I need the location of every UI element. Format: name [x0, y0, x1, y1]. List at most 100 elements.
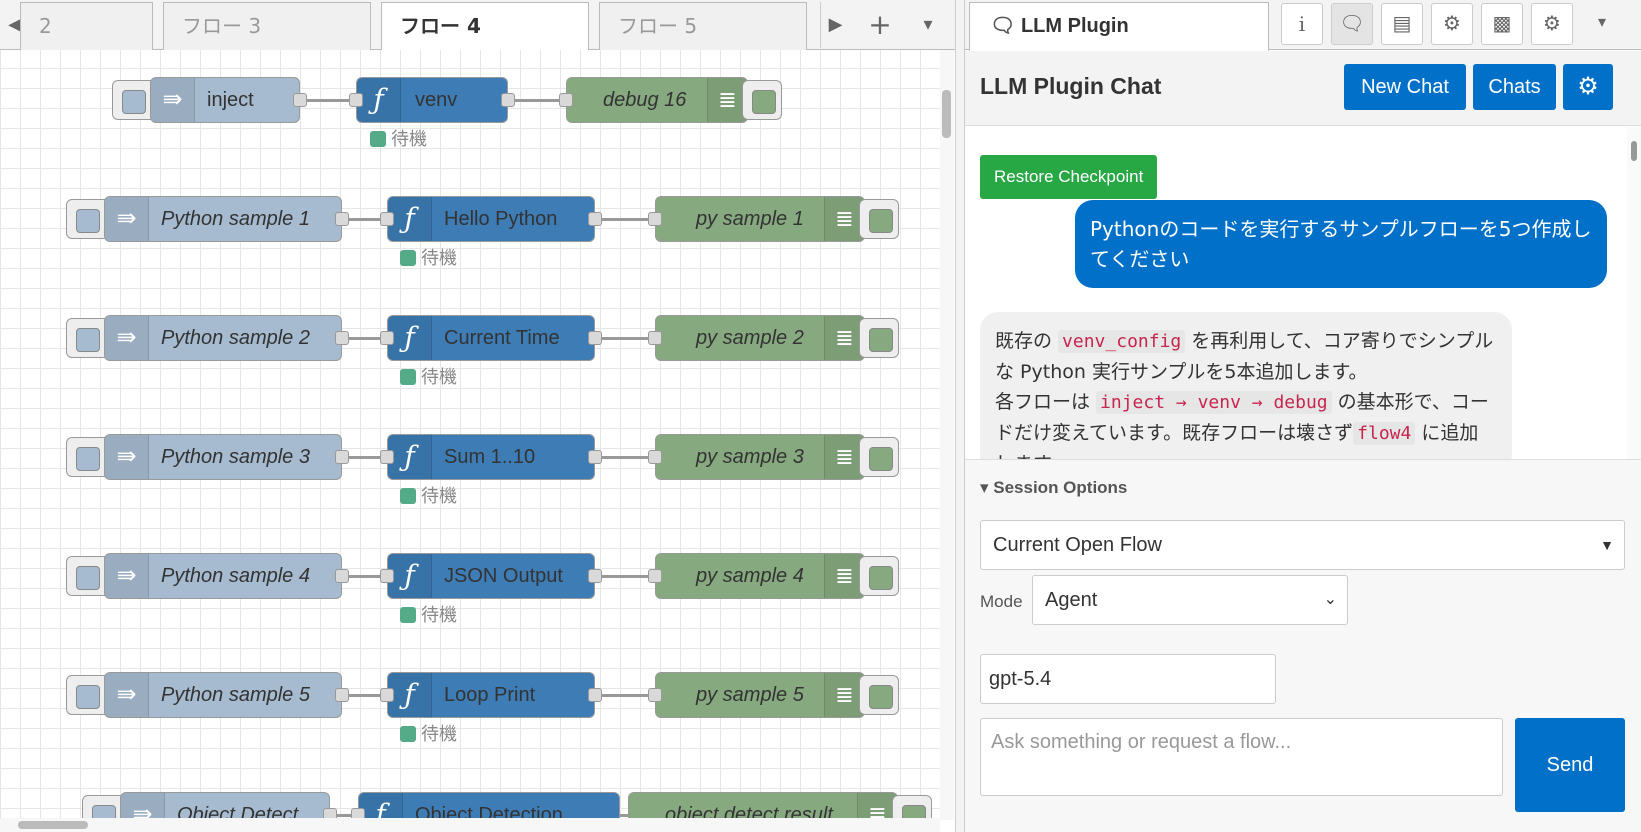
scrollbar-thumb[interactable]: [942, 90, 951, 138]
chats-button[interactable]: Chats: [1473, 64, 1556, 110]
debug-toggle-button[interactable]: [859, 556, 899, 596]
chat-messages[interactable]: Restore Checkpoint Pythonのコードを実行するサンプルフロ…: [965, 127, 1641, 459]
sidebar-tabbar: 🗨 LLM Plugin i 🗨 ▤ ⚙ ▩ ⚙ ▾: [965, 0, 1641, 51]
function-icon: ƒ: [359, 793, 403, 820]
flow-row-0: ⇛ inject ƒ venv debug 16 ≣ 待機: [0, 77, 940, 150]
chat-icon[interactable]: 🗨: [1331, 3, 1373, 45]
debug-toggle-button[interactable]: [859, 318, 899, 358]
add-flow-button[interactable]: +: [858, 2, 902, 48]
inject-node[interactable]: ⇛ Python sample 1: [104, 196, 342, 242]
chat-header: LLM Plugin Chat New Chat Chats ⚙: [965, 51, 1641, 126]
arrow-right-icon: ⇛: [121, 793, 165, 820]
function-icon: ƒ: [388, 673, 432, 717]
arrow-right-icon: ⇛: [151, 78, 195, 122]
session-options: ▾ Session Options Current Open Flow ▼ Mo…: [965, 459, 1641, 832]
function-node[interactable]: ƒ Current Time: [387, 315, 595, 361]
function-icon: ƒ: [388, 435, 432, 479]
session-options-toggle[interactable]: ▾ Session Options: [980, 478, 1127, 498]
debug-toggle-button[interactable]: [859, 199, 899, 239]
sidebar-tab-llm-plugin[interactable]: 🗨 LLM Plugin: [969, 2, 1269, 51]
inject-node[interactable]: ⇛ Python sample 3: [104, 434, 342, 480]
mode-label: Mode: [980, 592, 1023, 611]
model-input[interactable]: gpt-5.4: [980, 654, 1276, 704]
flow-row-3: ⇛ Python sample 3 ƒ Sum 1..10 py sample …: [0, 434, 940, 507]
list-icon: ≣: [824, 673, 864, 717]
inject-node[interactable]: ⇛ Python sample 2: [104, 315, 342, 361]
node-status: 待機: [400, 244, 457, 270]
flow-row-6: ⇛ Object Detect ƒ Object Detection objec…: [0, 792, 940, 820]
mode-select[interactable]: Agent ⌄: [1032, 575, 1348, 625]
flow-row-1: ⇛ Python sample 1 ƒ Hello Python py samp…: [0, 196, 940, 269]
node-status: 待機: [400, 482, 457, 508]
gear-icon[interactable]: ⚙: [1531, 3, 1573, 45]
tab-flow-4[interactable]: フロー 4: [381, 2, 589, 51]
sidebar-resize-handle[interactable]: [955, 0, 965, 832]
node-status: 待機: [400, 720, 457, 746]
app-root: ◀ 2 フロー 3 フロー 4 フロー 5 ▶ + ▾ ⇛ inject ƒ v…: [0, 0, 1641, 832]
scrollbar-thumb[interactable]: [1631, 141, 1637, 161]
debug-toggle-button[interactable]: [859, 437, 899, 477]
node-status: 待機: [400, 363, 457, 389]
flow-row-5: ⇛ Python sample 5 ƒ Loop Print py sample…: [0, 672, 940, 745]
flow-workspace[interactable]: ⇛ inject ƒ venv debug 16 ≣ 待機 ⇛ Python s…: [0, 50, 940, 820]
chat-scrollbar[interactable]: [1627, 127, 1641, 459]
arrow-right-icon: ⇛: [105, 316, 149, 360]
chart-icon[interactable]: ▩: [1481, 3, 1523, 45]
debug-node[interactable]: py sample 4 ≣: [655, 553, 865, 599]
function-node[interactable]: ƒ Hello Python: [387, 196, 595, 242]
debug-node[interactable]: object detect result ≣: [628, 792, 898, 820]
function-icon: ƒ: [388, 554, 432, 598]
node-status: 待機: [400, 601, 457, 627]
inject-node[interactable]: ⇛ Python sample 4: [104, 553, 342, 599]
assistant-message: 既存の venv_config を再利用して、コア寄りでシンプルな Python…: [980, 312, 1512, 459]
bug-icon[interactable]: ⚙: [1431, 3, 1473, 45]
caret-down-icon: ▼: [1600, 537, 1614, 553]
inject-node[interactable]: ⇛ Python sample 5: [104, 672, 342, 718]
scrollbar-thumb[interactable]: [18, 821, 88, 829]
function-node[interactable]: ƒ Sum 1..10: [387, 434, 595, 480]
function-node[interactable]: ƒ venv: [356, 77, 508, 123]
arrow-right-icon: ⇛: [105, 435, 149, 479]
debug-node[interactable]: debug 16 ≣: [566, 77, 748, 123]
scroll-tabs-right-button[interactable]: ▶: [820, 2, 850, 48]
arrow-right-icon: ⇛: [105, 197, 149, 241]
info-icon[interactable]: i: [1281, 3, 1323, 45]
restore-checkpoint-button[interactable]: Restore Checkpoint: [980, 155, 1158, 199]
message-input[interactable]: Ask something or request a flow...: [980, 718, 1503, 796]
list-icon: ≣: [824, 435, 864, 479]
function-icon: ƒ: [357, 78, 401, 122]
new-chat-button[interactable]: New Chat: [1344, 64, 1466, 110]
tab-flow-2[interactable]: 2: [20, 2, 153, 50]
settings-button[interactable]: ⚙: [1563, 64, 1613, 110]
node-status: 待機: [370, 125, 427, 151]
inject-node[interactable]: ⇛ inject: [150, 77, 300, 123]
list-icon: ≣: [857, 793, 897, 820]
debug-node[interactable]: py sample 3 ≣: [655, 434, 865, 480]
chevron-down-icon[interactable]: ▾: [1581, 3, 1623, 45]
flow-tabbar: ◀ 2 フロー 3 フロー 4 フロー 5 ▶ + ▾: [0, 0, 955, 51]
workspace-horizontal-scrollbar[interactable]: [0, 818, 940, 832]
tab-flow-3[interactable]: フロー 3: [163, 2, 371, 50]
flow-row-4: ⇛ Python sample 4 ƒ JSON Output py sampl…: [0, 553, 940, 626]
user-message: Pythonのコードを実行するサンプルフローを5つ作成してください: [1075, 200, 1607, 288]
book-icon[interactable]: ▤: [1381, 3, 1423, 45]
function-node[interactable]: ƒ JSON Output: [387, 553, 595, 599]
send-button[interactable]: Send: [1515, 718, 1625, 812]
debug-toggle-button[interactable]: [742, 80, 782, 120]
function-node[interactable]: ƒ Object Detection: [358, 792, 620, 820]
chat-title: LLM Plugin Chat: [980, 73, 1162, 99]
workspace-vertical-scrollbar[interactable]: [940, 50, 954, 820]
function-node[interactable]: ƒ Loop Print: [387, 672, 595, 718]
debug-toggle-button[interactable]: [892, 795, 932, 820]
list-icon: ≣: [824, 197, 864, 241]
debug-toggle-button[interactable]: [859, 675, 899, 715]
inject-node[interactable]: ⇛ Object Detect: [120, 792, 330, 820]
debug-node[interactable]: py sample 2 ≣: [655, 315, 865, 361]
tab-flow-5[interactable]: フロー 5: [599, 2, 807, 50]
flow-menu-button[interactable]: ▾: [906, 2, 950, 48]
function-icon: ƒ: [388, 197, 432, 241]
debug-node[interactable]: py sample 1 ≣: [655, 196, 865, 242]
debug-node[interactable]: py sample 5 ≣: [655, 672, 865, 718]
scope-select[interactable]: Current Open Flow ▼: [980, 520, 1625, 570]
flow-editor: ◀ 2 フロー 3 フロー 4 フロー 5 ▶ + ▾ ⇛ inject ƒ v…: [0, 0, 955, 832]
